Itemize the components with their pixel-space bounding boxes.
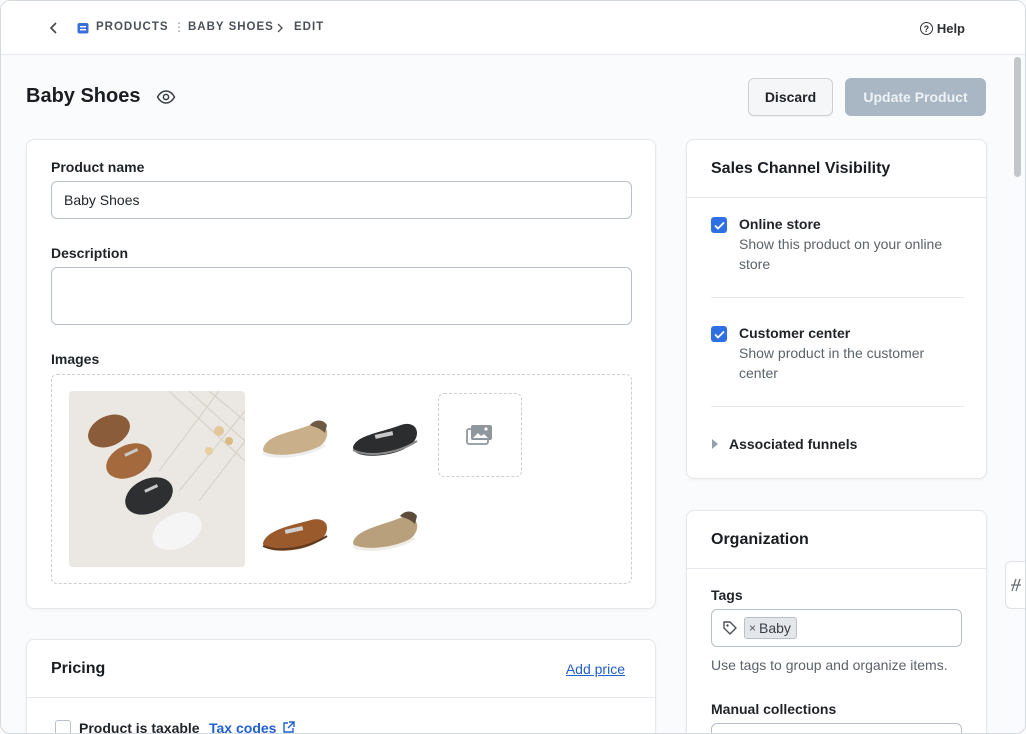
manual-collections-label: Manual collections	[711, 701, 837, 717]
sales-channel-title: Sales Channel Visibility	[711, 160, 891, 177]
tag-label: Baby	[759, 620, 791, 636]
beige-slip-on-shoe	[262, 420, 328, 458]
breadcrumb-edit: EDIT	[294, 21, 325, 33]
pricing-title: Pricing	[51, 660, 106, 677]
option-divider	[711, 297, 964, 298]
chevron-right-icon	[277, 23, 283, 33]
manual-collections-input[interactable]	[711, 723, 962, 733]
taxable-label: Product is taxable	[79, 720, 200, 734]
image-gallery-icon	[466, 425, 492, 445]
taxable-checkbox[interactable]	[55, 720, 71, 733]
products-icon	[77, 23, 89, 34]
chevron-left-icon	[49, 22, 57, 34]
pricing-divider	[27, 697, 655, 698]
associated-funnels-label: Associated funnels	[729, 436, 858, 452]
caret-right-icon	[712, 439, 718, 449]
organization-title: Organization	[711, 531, 809, 548]
product-details-card: Product name Baby Shoes Description Imag…	[26, 139, 656, 609]
description-label: Description	[51, 245, 129, 261]
product-image-gold[interactable]	[345, 488, 425, 568]
product-image-black[interactable]	[345, 395, 425, 475]
product-image-main[interactable]	[69, 391, 245, 567]
discard-button[interactable]: Discard	[748, 78, 833, 116]
check-icon	[713, 330, 725, 339]
brown-loafer-shoe	[262, 519, 328, 551]
sales-channel-divider	[687, 197, 986, 198]
breadcrumb-baby-shoes[interactable]: BABY SHOES	[188, 21, 274, 33]
tag-icon	[723, 621, 737, 635]
question-icon: ?	[919, 22, 933, 35]
customer-center-checkbox[interactable]	[711, 326, 727, 342]
online-store-checkbox[interactable]	[711, 217, 727, 233]
tax-codes-link[interactable]: Tax codes	[209, 720, 296, 734]
side-panel-handle[interactable]	[1005, 561, 1025, 609]
product-image-beige[interactable]	[255, 395, 335, 475]
black-loafer-shoe	[352, 423, 418, 456]
gold-slip-on-shoe	[352, 511, 418, 551]
product-name-label: Product name	[51, 159, 145, 175]
images-dropzone[interactable]	[51, 374, 632, 584]
tag-chip[interactable]: × Baby	[744, 617, 797, 639]
associated-funnels-toggle[interactable]: Associated funnels	[711, 436, 857, 452]
customer-center-title: Customer center	[739, 325, 851, 341]
online-store-desc: Show this product on your online store	[739, 236, 943, 272]
help-label: Help	[936, 21, 965, 36]
top-nav: PRODUCTS ⋮ BABY SHOES EDIT ? Help	[1, 1, 1025, 55]
breadcrumb-separator: ⋮	[173, 20, 185, 34]
tax-codes-label: Tax codes	[209, 720, 277, 734]
tags-help-text: Use tags to group and organize items.	[711, 657, 948, 673]
app-window: PRODUCTS ⋮ BABY SHOES EDIT ? Help Baby S…	[0, 0, 1026, 734]
add-image-button[interactable]	[438, 393, 522, 477]
product-name-input[interactable]: Baby Shoes	[51, 181, 632, 219]
baby-shoes-group-photo	[69, 391, 245, 567]
customer-center-desc: Show product in the customer center	[739, 345, 925, 381]
sales-channel-card: Sales Channel Visibility Online store Sh…	[686, 139, 987, 479]
update-product-button[interactable]: Update Product	[845, 78, 986, 116]
images-label: Images	[51, 351, 100, 367]
tags-label: Tags	[711, 587, 743, 603]
back-button[interactable]	[45, 19, 63, 37]
external-link-icon	[283, 721, 296, 733]
eye-icon[interactable]	[156, 89, 176, 105]
check-icon	[713, 221, 725, 230]
online-store-title: Online store	[739, 216, 821, 232]
scrollbar-thumb[interactable]	[1014, 57, 1021, 177]
remove-tag-icon[interactable]: ×	[749, 621, 756, 635]
add-price-link[interactable]: Add price	[566, 661, 625, 677]
description-textarea[interactable]	[51, 267, 632, 325]
option-divider	[711, 406, 964, 407]
collapse-panel-icon	[1010, 578, 1021, 592]
breadcrumb-products[interactable]: PRODUCTS	[96, 21, 169, 33]
organization-card: Organization Tags × Baby Use tags to gro…	[686, 510, 987, 733]
page-title: Baby Shoes	[26, 85, 141, 107]
organization-divider	[687, 568, 986, 569]
product-image-brown[interactable]	[255, 488, 335, 568]
pricing-card: Pricing Add price Product is taxable Tax…	[26, 639, 656, 734]
help-button[interactable]: ? Help	[919, 21, 965, 36]
